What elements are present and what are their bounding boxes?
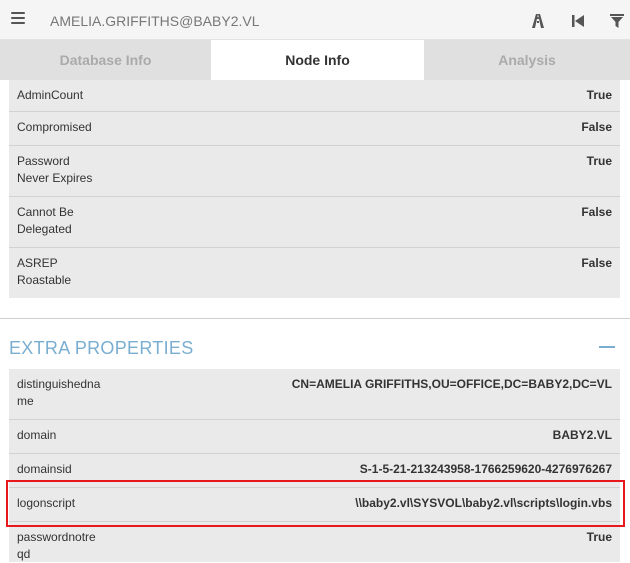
filter-icon[interactable] [608, 12, 626, 30]
property-key: domainsid [17, 462, 72, 476]
property-key: domain [17, 428, 57, 442]
property-row-compromised: Compromised False [9, 112, 620, 146]
tab-node-info[interactable]: Node Info [211, 40, 424, 80]
property-row-passwordnotreqd: passwordnotre qd True [9, 522, 620, 562]
property-key: passwordnotre qd [17, 530, 96, 561]
property-key: Password Never Expires [17, 154, 93, 185]
menu-icon[interactable] [11, 12, 25, 26]
node-properties-table: AdminCount True Compromised False Passwo… [9, 80, 620, 298]
property-row-logonscript: logonscript \\baby2.vl\SYSVOL\baby2.vl\s… [9, 488, 620, 522]
tab-bar: Database Info Node Info Analysis [0, 40, 630, 80]
property-row-admincount: AdminCount True [9, 80, 620, 112]
extra-properties-title: EXTRA PROPERTIES [9, 338, 194, 358]
tab-database-info[interactable]: Database Info [0, 40, 211, 80]
property-value: True [586, 154, 612, 168]
property-row-asrep-roastable: ASREP Roastable False [9, 248, 620, 298]
property-row-distinguishedname: distinguishedna me CN=AMELIA GRIFFITHS,O… [9, 369, 620, 420]
property-value: BABY2.VL [552, 428, 612, 442]
property-key: distinguishedna me [17, 377, 101, 408]
property-value: True [586, 530, 612, 544]
search-input[interactable] [38, 8, 468, 34]
property-value: False [581, 205, 612, 219]
property-row-domainsid: domainsid S-1-5-21-213243958-1766259620-… [9, 454, 620, 488]
minus-icon [599, 346, 615, 348]
back-icon[interactable] [569, 12, 587, 30]
property-row-cannot-be-delegated: Cannot Be Delegated False [9, 197, 620, 248]
property-value: CN=AMELIA GRIFFITHS,OU=OFFICE,DC=BABY2,D… [291, 377, 612, 391]
property-value: True [586, 88, 612, 102]
collapse-button[interactable] [594, 336, 620, 358]
property-key: logonscript [17, 496, 76, 510]
top-bar [0, 0, 630, 40]
extra-properties-table: distinguishedna me CN=AMELIA GRIFFITHS,O… [9, 369, 620, 562]
property-value: False [581, 120, 612, 134]
property-value: \\baby2.vl\SYSVOL\baby2.vl\scripts\login… [355, 496, 612, 510]
tab-analysis[interactable]: Analysis [424, 40, 630, 80]
property-value: S-1-5-21-213243958-1766259620-4276976267 [359, 462, 612, 476]
property-value: False [581, 256, 612, 270]
property-key: Compromised [17, 120, 92, 134]
property-key: AdminCount [17, 88, 84, 102]
property-key: ASREP Roastable [17, 256, 72, 287]
property-key: Cannot Be Delegated [17, 205, 74, 236]
property-row-domain: domain BABY2.VL [9, 420, 620, 454]
pathfinding-icon[interactable] [529, 12, 547, 30]
property-row-password-never-expires: Password Never Expires True [9, 146, 620, 197]
section-divider [0, 318, 630, 319]
